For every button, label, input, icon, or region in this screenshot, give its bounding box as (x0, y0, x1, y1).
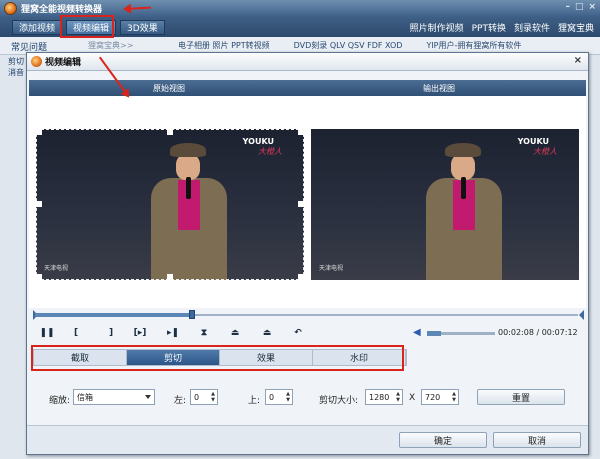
zoom-value: 信箱 (77, 392, 93, 402)
menu-photo-video[interactable]: 照片制作视频 (410, 21, 464, 34)
highlight-box (31, 345, 404, 371)
crop-handle[interactable] (298, 129, 304, 135)
time-readout: 00:02:08 / 00:07:12 (498, 328, 578, 337)
play-selection-icon[interactable]: [▸] (133, 326, 147, 340)
banner-link[interactable]: 电子相册 照片 PPT转视频 (178, 40, 270, 51)
ok-button[interactable]: 确定 (399, 432, 487, 448)
tab-add-video[interactable]: 添加视频 (12, 19, 63, 35)
app-title: 狸窝全能视频转换器 (21, 5, 103, 15)
crop-height-value: 720 (425, 392, 441, 402)
crop-frame[interactable] (36, 129, 304, 280)
app-logo-icon (4, 2, 17, 15)
crop-settings: 缩放: 信箱 左: 0 ▲ ▼ 上: 0 ▲ ▼ 剪切大小: 1280 ▲ ▼ X 7… (49, 389, 589, 409)
highlight-box (60, 15, 114, 38)
chevron-down-icon (145, 395, 151, 399)
undo-icon[interactable]: ↶ (291, 326, 305, 340)
output-view-label: 输出视图 (423, 84, 455, 93)
window-controls: – □ × (565, 2, 596, 12)
crop-handle[interactable] (298, 201, 304, 207)
size-separator: X (409, 393, 416, 403)
dialog-logo-icon (31, 56, 42, 67)
dialog-footer: 确定 取消 (27, 425, 588, 454)
left-label: 左: (174, 396, 187, 406)
menu-ppt-convert[interactable]: PPT转换 (472, 21, 506, 34)
maximize-icon[interactable]: □ (575, 2, 584, 12)
crop-handle[interactable] (167, 129, 173, 135)
banner-tab[interactable]: 狸窝宝典>> (88, 40, 133, 51)
seek-end-marker[interactable] (579, 310, 584, 320)
zoom-select[interactable]: 信箱 (73, 389, 155, 405)
crop-handle[interactable] (298, 274, 304, 280)
next-frame-icon[interactable]: ▸❚ (166, 326, 180, 340)
menu-liwo-guide[interactable]: 狸窝宝典 (558, 21, 594, 34)
spinner-icon[interactable]: ▲ ▼ (285, 391, 291, 403)
crop-width-value: 1280 (369, 392, 390, 402)
close-icon[interactable]: × (588, 2, 596, 12)
minimize-icon[interactable]: – (565, 2, 570, 12)
left-offset-field[interactable]: 0 ▲ ▼ (190, 389, 218, 405)
seek-bar[interactable] (29, 308, 586, 321)
menu-burn-software[interactable]: 刻录软件 (514, 21, 550, 34)
zoom-label: 缩放: (49, 396, 71, 406)
crop-handle[interactable] (36, 129, 42, 135)
crop-handle[interactable] (36, 274, 42, 280)
reset-button[interactable]: 重置 (477, 389, 565, 405)
banner-link[interactable]: YIP用户-拥有狸窝所有软件 (426, 40, 521, 51)
seek-progress-fill (35, 313, 192, 317)
crop-width-field[interactable]: 1280 ▲ ▼ (365, 389, 403, 405)
performer-image (421, 143, 507, 280)
banner-link[interactable]: DVD刻录 QLV QSV FDF XOD (294, 40, 403, 51)
preview-area: YOUKU 大橙人 天津电视 YOUKU 大橙人 天津电视 (29, 96, 586, 308)
tab-3d-effect[interactable]: 3D效果 (120, 19, 165, 35)
original-view-label: 原始视图 (153, 84, 185, 93)
dialog-close-icon[interactable]: × (574, 55, 582, 66)
top-offset-value: 0 (269, 392, 275, 402)
original-video-preview[interactable]: YOUKU 大橙人 天津电视 (36, 129, 304, 280)
playback-controls: ❚❚ [ ] [▸] ▸❚ ⧗ ⏏ ⏏ ↶ ◀ 00:02:08 / 00:07… (29, 323, 586, 343)
trim-start-icon[interactable]: ⏏ (228, 326, 242, 340)
spinner-icon[interactable]: ▲ ▼ (210, 391, 216, 403)
seek-thumb[interactable] (189, 310, 195, 319)
spinner-icon[interactable]: ▲ ▼ (395, 391, 401, 403)
script-watermark: 大橙人 (533, 147, 557, 156)
output-video-preview: YOUKU 大橙人 天津电视 (311, 129, 579, 280)
mark-out-icon[interactable]: ] (104, 326, 118, 340)
dialog-titlebar: 视频编辑 × (27, 53, 588, 71)
crop-size-label: 剪切大小: (319, 396, 359, 406)
left-offset-value: 0 (194, 392, 200, 402)
station-logo: 天津电视 (319, 265, 344, 272)
top-label: 上: (248, 396, 261, 406)
cancel-button[interactable]: 取消 (493, 432, 581, 448)
crop-handle[interactable] (36, 201, 42, 207)
volume-icon[interactable]: ◀ (413, 327, 425, 339)
mark-in-icon[interactable]: [ (69, 326, 83, 340)
view-header: 原始视图 输出视图 (29, 80, 586, 96)
crop-height-field[interactable]: 720 ▲ ▼ (421, 389, 459, 405)
hourglass-icon[interactable]: ⧗ (197, 326, 211, 340)
dialog-title: 视频编辑 (45, 58, 82, 68)
pause-icon[interactable]: ❚❚ (39, 326, 54, 340)
youku-watermark: YOUKU (517, 137, 549, 146)
volume-fill[interactable] (427, 331, 441, 336)
trim-end-icon[interactable]: ⏏ (260, 326, 274, 340)
top-offset-field[interactable]: 0 ▲ ▼ (265, 389, 293, 405)
spinner-icon[interactable]: ▲ ▼ (451, 391, 457, 403)
crop-handle[interactable] (167, 274, 173, 280)
video-edit-dialog: 视频编辑 × 原始视图 输出视图 YOUKU 大橙人 天津电视 YOUKU 大橙… (26, 52, 589, 455)
